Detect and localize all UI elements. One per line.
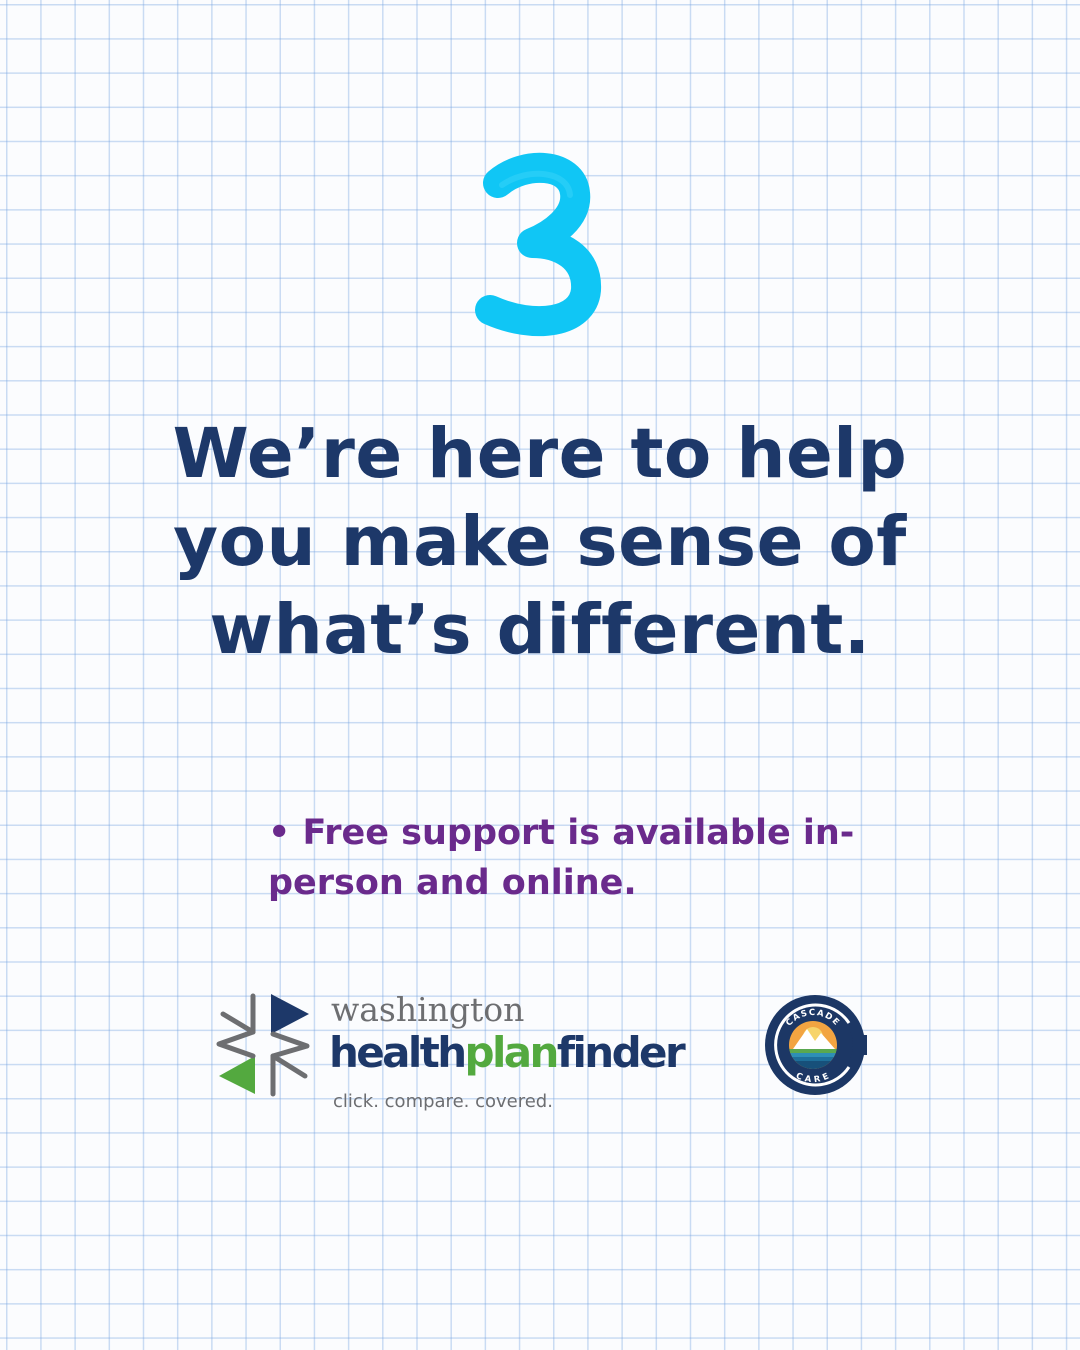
logo-finder-text: finder — [556, 1028, 686, 1077]
logo-healthplanfinder-text: healthplanfinder — [329, 1028, 686, 1078]
cascade-care-logo: CASCADE CARE — [765, 995, 867, 1095]
washington-healthplanfinder-logo: washington healthplanfinder click. compa… — [213, 990, 733, 1125]
step-number-graphic: 3 — [475, 152, 601, 337]
support-bullet: • Free support is available in-person an… — [268, 813, 855, 903]
logo-washington-text: washington — [331, 990, 525, 1029]
headline: We’re here to help you make sense of wha… — [172, 414, 908, 670]
logo-tagline: click. compare. covered. — [333, 1091, 553, 1112]
healthplanfinder-snowflake-icon — [216, 993, 310, 1097]
logo-health-text: health — [329, 1028, 467, 1077]
logo-plan-text: plan — [464, 1028, 560, 1077]
